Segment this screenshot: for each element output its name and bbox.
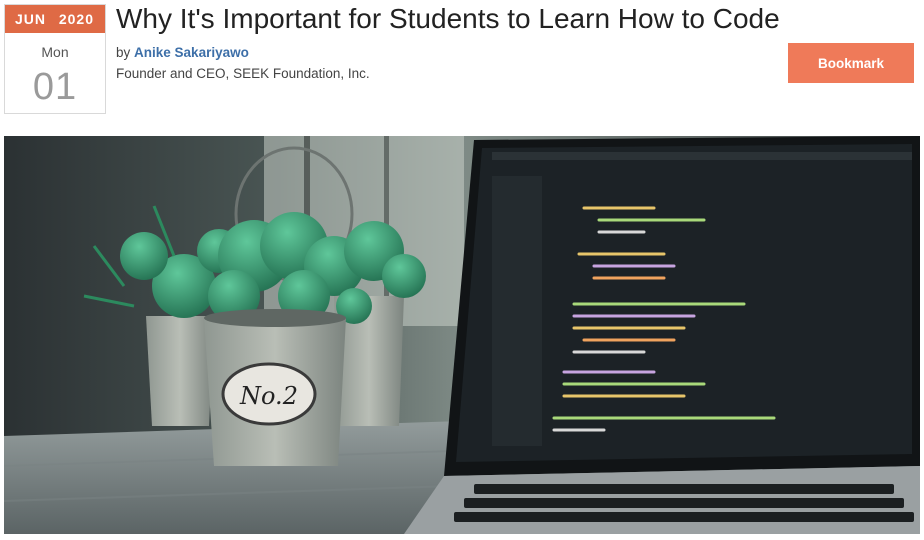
byline-prefix: by	[116, 45, 131, 60]
hero-illustration: No.2	[4, 136, 920, 534]
date-month: JUN	[15, 11, 47, 27]
pot-label: No.2	[239, 382, 298, 410]
date-badge: JUN 2020 Mon 01	[4, 4, 106, 114]
author-affiliation: Founder and CEO, SEEK Foundation, Inc.	[116, 66, 370, 81]
date-year: 2020	[58, 11, 94, 27]
hero-image: No.2	[4, 136, 920, 534]
date-day-number: 01	[32, 66, 78, 108]
date-weekday: Mon	[41, 44, 69, 60]
byline: by Anike Sakariyawo	[116, 45, 249, 60]
date-month-year: JUN 2020	[5, 5, 105, 33]
article-title: Why It's Important for Students to Learn…	[116, 3, 780, 34]
author-link[interactable]: Anike Sakariyawo	[134, 45, 249, 60]
bookmark-button[interactable]: Bookmark	[788, 43, 914, 83]
